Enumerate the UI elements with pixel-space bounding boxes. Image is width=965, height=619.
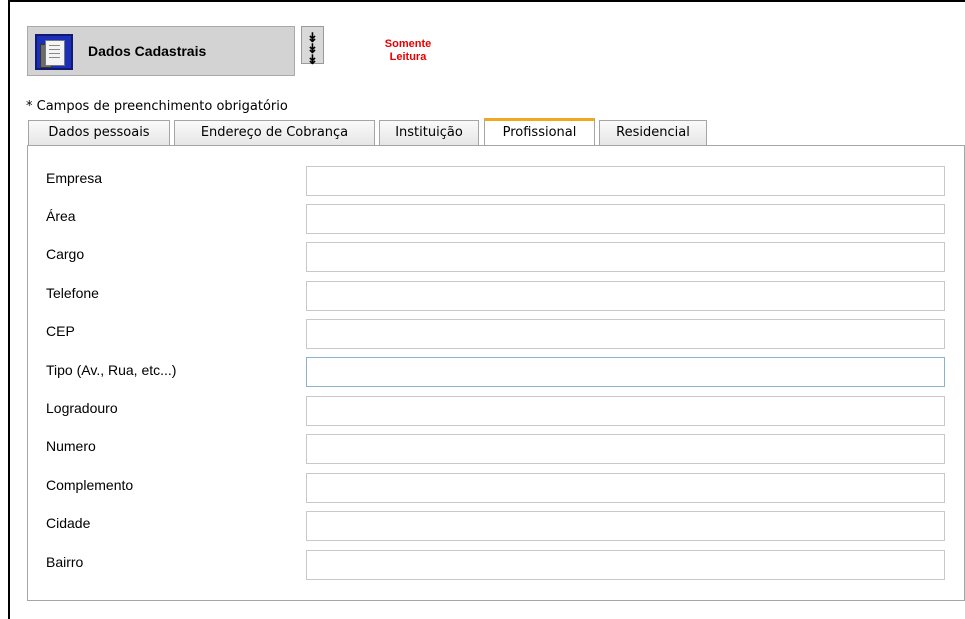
telefone-label: Telefone xyxy=(46,285,99,301)
status-line-2: Leitura xyxy=(389,51,427,63)
tab-endereco-cobranca[interactable]: Endereço de Cobrança xyxy=(174,120,375,145)
tipo-logradouro-input[interactable] xyxy=(306,357,945,387)
section-title: Dados Cadastrais xyxy=(88,43,207,59)
bairro-label: Bairro xyxy=(46,554,84,570)
cep-input[interactable] xyxy=(306,319,945,349)
tab-residencial[interactable]: Residencial xyxy=(599,120,707,145)
complemento-input[interactable] xyxy=(306,473,945,503)
tipo-logradouro-label: Tipo (Av., Rua, etc...) xyxy=(46,362,177,378)
area-input[interactable] xyxy=(306,204,945,234)
cep-label: CEP xyxy=(46,323,75,339)
section-header: Dados Cadastrais xyxy=(27,26,295,76)
tab-instituicao[interactable]: Instituição xyxy=(379,120,479,145)
bairro-input[interactable] xyxy=(306,550,945,580)
status-line-1: Somente xyxy=(384,38,432,50)
cargo-input[interactable] xyxy=(306,242,945,272)
required-fields-note: * Campos de preenchimento obrigatório xyxy=(26,99,288,114)
tab-dados-pessoais[interactable]: Dados pessoais xyxy=(28,120,170,145)
dados-cadastrais-icon xyxy=(35,34,73,70)
area-label: Área xyxy=(46,208,76,224)
empresa-input[interactable] xyxy=(306,166,945,196)
double-chevron-down-icon: ↡ ↡ ↡ xyxy=(307,30,318,67)
logradouro-input[interactable] xyxy=(306,396,945,426)
expand-button[interactable]: ↡ ↡ ↡ xyxy=(301,26,324,67)
cargo-label: Cargo xyxy=(46,246,85,262)
read-only-status: Somente Leitura xyxy=(368,38,448,64)
window-frame-top xyxy=(8,0,965,2)
numero-input[interactable] xyxy=(306,434,945,464)
logradouro-label: Logradouro xyxy=(46,400,118,416)
complemento-label: Complemento xyxy=(46,477,134,493)
window-frame-left xyxy=(8,0,10,619)
numero-label: Numero xyxy=(46,438,96,454)
cidade-input[interactable] xyxy=(306,511,945,541)
empresa-label: Empresa xyxy=(46,170,103,186)
cidade-label: Cidade xyxy=(46,515,91,531)
tab-profissional[interactable]: Profissional xyxy=(484,118,595,145)
telefone-input[interactable] xyxy=(306,281,945,311)
